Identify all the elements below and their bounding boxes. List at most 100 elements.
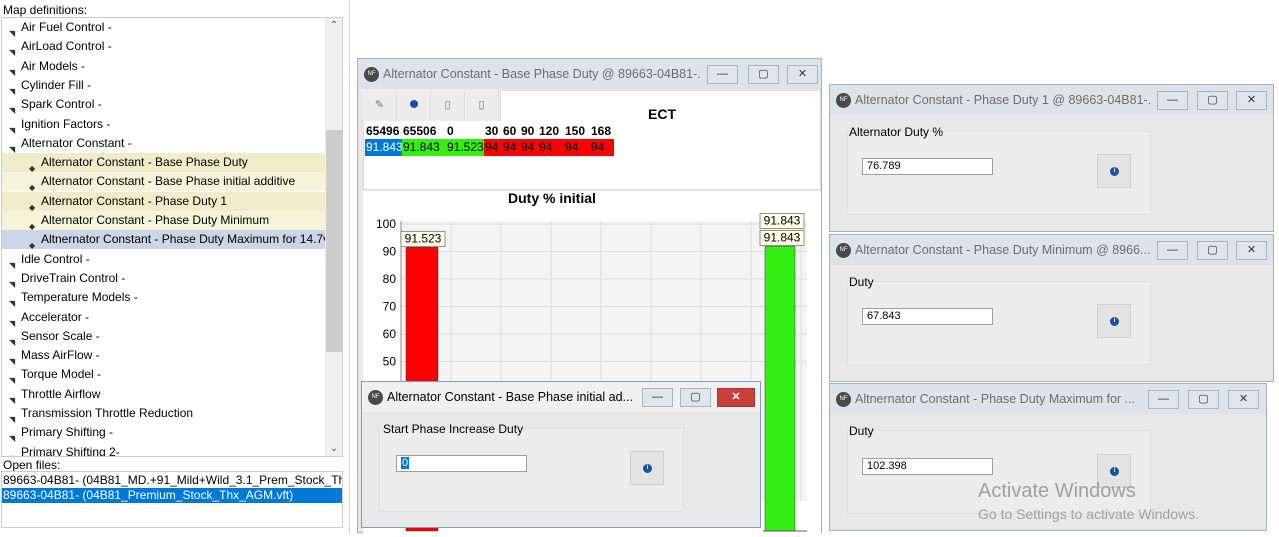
tree-item-label: Primary Shifting - xyxy=(21,425,114,440)
tree-item[interactable]: ◥ Temperature Models - xyxy=(2,288,325,308)
table-value-cell[interactable]: 94 xyxy=(590,139,614,156)
table-value-cell[interactable]: 94 xyxy=(484,139,502,156)
app-logo-icon: NF xyxy=(364,67,379,82)
tree-item[interactable]: ◥ Primary Shifting 2- xyxy=(2,443,325,457)
tree-item-label: Air Fuel Control - xyxy=(21,20,112,34)
tree-item[interactable]: ◥ Air Models - xyxy=(2,57,325,77)
tree-item-label: Air Models - xyxy=(21,58,86,73)
info-icon: i xyxy=(1110,167,1119,176)
scroll-down-arrow-icon[interactable]: ⌄ xyxy=(325,443,342,454)
open-files-list: 89663-04B81- (04B81_MD.+91_Mild+Wild_3.1… xyxy=(1,471,343,528)
data-label: 91.843 xyxy=(764,230,801,244)
folder-node-icon: ◥ xyxy=(9,449,15,456)
tree-item-label: Alternator Constant - Base Phase Duty xyxy=(41,155,248,170)
close-button[interactable]: ✕ xyxy=(1236,241,1267,260)
tree-item[interactable]: ◥ Torque Model - xyxy=(2,365,325,385)
alternator-duty-input[interactable]: 76.789 xyxy=(862,158,993,175)
close-button[interactable]: ✕ xyxy=(1236,91,1267,110)
window-title: Alternator Constant - Base Phase Duty @ … xyxy=(383,67,701,81)
tree-item-label: Temperature Models - xyxy=(21,290,138,305)
tree-item-label: Transmission Throttle Reduction xyxy=(21,406,194,420)
minimize-button[interactable]: — xyxy=(707,65,738,84)
data-label: 91.843 xyxy=(764,213,801,227)
minimize-button[interactable]: — xyxy=(642,388,673,407)
duty-minimum-input[interactable]: 67.843 xyxy=(862,308,993,325)
info-button[interactable]: i xyxy=(1097,154,1131,188)
tree-item[interactable]: ◥ Transmission Throttle Reduction xyxy=(2,404,325,424)
tree-item[interactable]: ◥ Alternator Constant - xyxy=(2,134,325,154)
open-file-item[interactable]: 89663-04B81- (04B81_MD.+91_Mild+Wild_3.1… xyxy=(2,473,342,488)
maximize-button[interactable]: ▢ xyxy=(1197,91,1228,110)
document-copy-icon[interactable]: ▯ xyxy=(465,90,499,121)
tree-item-label: Alternator Constant - Phase Duty Minimum xyxy=(41,213,270,227)
start-phase-increase-duty-input[interactable]: 0 xyxy=(396,455,527,472)
table-value-cell[interactable]: 94 xyxy=(520,139,538,156)
window-titlebar[interactable]: NF Alternator Constant - Base Phase Duty… xyxy=(358,59,821,89)
map-definitions-panel: Map definitions: ◥ Air Fuel Control - ◥ Air… xyxy=(0,0,350,533)
maximize-button[interactable]: ▢ xyxy=(1188,390,1219,409)
info-button[interactable]: i xyxy=(1097,304,1131,338)
tree-item[interactable]: ◥ Accelerator - xyxy=(2,308,325,328)
phase-duty-minimum-window: NF Alternator Constant - Phase Duty Mini… xyxy=(829,234,1274,382)
info-button[interactable]: i xyxy=(630,451,664,485)
window-titlebar[interactable]: NF Alternator Constant - Base Phase init… xyxy=(362,382,760,412)
y-tick-label: 60 xyxy=(383,327,397,341)
maximize-button[interactable]: ▢ xyxy=(748,65,779,84)
tree-scrollbar[interactable]: ⌃ ⌄ xyxy=(325,18,342,456)
info-icon: i xyxy=(1110,317,1119,326)
tree-item[interactable]: ◥ Mass AirFlow - xyxy=(2,346,325,366)
table-value-cell[interactable]: 94 xyxy=(564,139,590,156)
window-titlebar[interactable]: NF Altnernator Constant - Phase Duty Max… xyxy=(830,384,1266,414)
tree-item[interactable]: ◆ Alternator Constant - Phase Duty 1 xyxy=(2,191,325,212)
info-icon: i xyxy=(1110,467,1119,476)
info-tool-icon[interactable] xyxy=(397,90,431,121)
tree-item-label: DriveTrain Control - xyxy=(21,270,126,285)
table-value-cell[interactable]: 94 xyxy=(502,139,520,156)
tree-item[interactable]: ◆ Altnernator Constant - Phase Duty Maxim… xyxy=(2,230,329,250)
minimize-button[interactable]: — xyxy=(1148,390,1179,409)
document-icon[interactable]: ▯ xyxy=(431,90,465,121)
window-titlebar[interactable]: NF Alternator Constant - Phase Duty Mini… xyxy=(830,235,1273,265)
data-label: 91.523 xyxy=(405,231,442,245)
ect-header-cell: 60 xyxy=(503,124,517,138)
edit-tool-icon[interactable]: ✎ xyxy=(363,90,397,121)
tree-item[interactable]: ◆ Alternator Constant - Base Phase initia… xyxy=(2,172,325,192)
tree-item[interactable]: ◥ Idle Control - xyxy=(2,250,325,270)
tree-item[interactable]: ◆ Alternator Constant - Phase Duty Minimu… xyxy=(2,211,325,231)
map-definitions-label: Map definitions: xyxy=(3,3,88,17)
minimize-button[interactable]: — xyxy=(1157,241,1188,260)
window-titlebar[interactable]: NF Alternator Constant - Phase Duty 1 @ … xyxy=(830,85,1273,115)
tree-item[interactable]: ◥ DriveTrain Control - xyxy=(2,269,325,289)
ect-axis-label: ECT xyxy=(648,106,676,122)
field-label: Duty xyxy=(849,275,874,289)
tree-item[interactable]: ◥ Primary Shifting - xyxy=(2,423,325,443)
tree-item[interactable]: ◥ AirLoad Control - xyxy=(2,37,325,57)
scrollbar-thumb[interactable] xyxy=(326,130,342,352)
field-label: Start Phase Increase Duty xyxy=(383,422,524,436)
table-value-cell[interactable]: 94 xyxy=(538,139,564,156)
chart-bar xyxy=(764,246,796,532)
minimize-button[interactable]: — xyxy=(1157,91,1188,110)
app-logo-icon: NF xyxy=(836,243,851,258)
close-button[interactable]: ✕ xyxy=(717,388,755,407)
open-file-item[interactable]: 89663-04B81- (04B81_Premium_Stock_Thx_AG… xyxy=(2,488,342,503)
tree-item[interactable]: ◥ Throttle Airflow xyxy=(2,385,325,405)
table-value-cell[interactable]: 91.843 xyxy=(402,139,446,156)
window-title: Alternator Constant - Phase Duty 1 @ 896… xyxy=(855,93,1150,107)
tree-item-label: AirLoad Control - xyxy=(21,39,112,54)
tree-item-label: Primary Shifting 2- xyxy=(21,444,120,457)
close-button[interactable]: ✕ xyxy=(1228,390,1259,409)
tree-item[interactable]: ◥ Air Fuel Control - xyxy=(2,18,325,38)
close-button[interactable]: ✕ xyxy=(787,65,818,84)
table-value-cell[interactable]: 91.843 xyxy=(365,139,403,156)
scroll-up-arrow-icon[interactable]: ⌃ xyxy=(325,20,342,31)
duty-maximum-input[interactable]: 102.398 xyxy=(862,458,993,475)
tree-item[interactable]: ◥ Ignition Factors - xyxy=(2,115,325,135)
maximize-button[interactable]: ▢ xyxy=(680,388,711,407)
tree-item[interactable]: ◆ Alternator Constant - Base Phase Duty xyxy=(2,153,325,173)
maximize-button[interactable]: ▢ xyxy=(1197,241,1228,260)
table-value-cell[interactable]: 91.523 xyxy=(446,139,484,156)
tree-item[interactable]: ◥ Sensor Scale - xyxy=(2,327,325,347)
tree-item[interactable]: ◥ Cylinder Fill - xyxy=(2,76,325,96)
tree-item[interactable]: ◥ Spark Control - xyxy=(2,95,325,115)
